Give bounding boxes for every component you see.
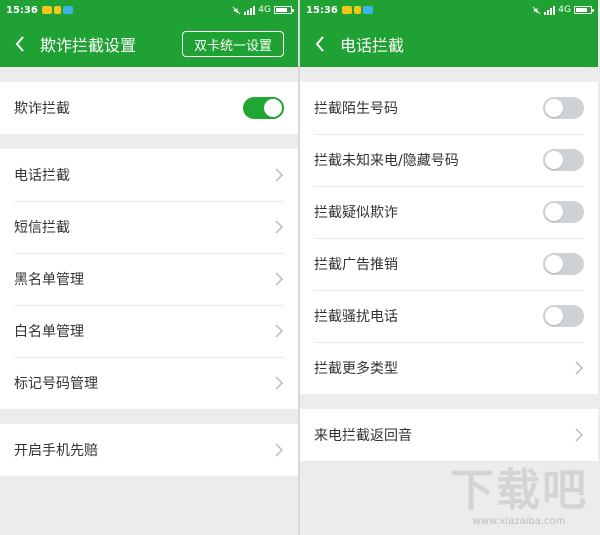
menu-item[interactable]: 黑名单管理: [0, 253, 298, 305]
watermark-text: 下载吧: [450, 465, 588, 516]
back-button[interactable]: [0, 20, 40, 67]
fraud-intercept-label: 欺诈拦截: [14, 101, 70, 117]
signal-icon: [544, 5, 556, 15]
status-bar: 15:36 4G: [300, 0, 598, 20]
mute-icon: [232, 6, 241, 14]
battery-icon: [574, 6, 594, 14]
page-title: 欺诈拦截设置: [40, 35, 137, 55]
app-bar: 欺诈拦截设置 双卡统一设置: [0, 20, 298, 67]
screen-fraud-settings: 15:36 4G 欺诈拦截设置 双卡统一设置 欺诈拦截 电话拦截短信拦截黑名单管…: [0, 0, 298, 535]
dual-sim-settings-button[interactable]: 双卡统一设置: [181, 31, 284, 57]
network-type: 4G: [258, 5, 271, 15]
chevron-left-icon: [315, 35, 324, 52]
menu-item[interactable]: 标记号码管理: [0, 357, 298, 409]
status-right: 4G: [532, 0, 594, 20]
more-types-label: 拦截更多类型: [314, 361, 398, 377]
intercept-option-label: 拦截广告推销: [314, 257, 398, 273]
return-tone-label: 来电拦截返回音: [314, 428, 412, 444]
intercept-option-row: 拦截疑似欺诈: [300, 186, 598, 238]
chevron-right-icon: [275, 376, 284, 390]
menu-group: 电话拦截短信拦截黑名单管理白名单管理标记号码管理: [0, 149, 298, 409]
phone-compensation-label: 开启手机先赔: [14, 443, 98, 459]
screen-call-intercept: 15:36 4G 电话拦截 拦截陌生号码拦截未知来电/隐藏号码 拦截疑似欺诈 拦截广…: [300, 0, 598, 535]
fraud-intercept-toggle[interactable]: [243, 97, 284, 119]
return-tone-row[interactable]: 来电拦截返回音: [300, 409, 598, 461]
chevron-right-icon: [575, 361, 584, 375]
notification-icon-3: [362, 6, 373, 14]
more-types-row[interactable]: 拦截更多类型: [300, 342, 598, 394]
intercept-options-group: 拦截陌生号码拦截未知来电/隐藏号码 拦截疑似欺诈 拦截广告推销 拦截骚扰电话 拦截更多类…: [300, 82, 598, 394]
intercept-option-toggle[interactable]: [543, 97, 584, 119]
watermark-logo: 下载吧 www.xiazaiba.com: [450, 465, 588, 528]
notification-icon-2: [353, 6, 361, 14]
back-button[interactable]: [300, 20, 340, 67]
chevron-right-icon: [275, 443, 284, 457]
intercept-option-toggle[interactable]: [543, 149, 584, 171]
chevron-right-icon: [275, 168, 284, 182]
intercept-option-row: 拦截骚扰电话: [300, 290, 598, 342]
signal-icon: [244, 5, 256, 15]
notification-icon-2: [53, 6, 61, 14]
status-bar: 15:36 4G: [0, 0, 298, 20]
menu-item[interactable]: 短信拦截: [0, 201, 298, 253]
status-time: 15:36: [6, 4, 38, 16]
return-tone-group: 来电拦截返回音: [300, 409, 598, 461]
menu-item-label: 黑名单管理: [14, 272, 84, 288]
chevron-right-icon: [275, 220, 284, 234]
chevron-left-icon: [15, 35, 24, 52]
menu-item-label: 电话拦截: [14, 168, 70, 184]
phone-compensation-row[interactable]: 开启手机先赔: [0, 424, 298, 476]
intercept-option-toggle[interactable]: [543, 305, 584, 327]
menu-item[interactable]: 白名单管理: [0, 305, 298, 357]
notification-icon-1: [41, 6, 52, 14]
intercept-option-row: 拦截陌生号码: [300, 82, 598, 134]
app-bar: 电话拦截: [300, 20, 598, 67]
intercept-option-toggle[interactable]: [543, 253, 584, 275]
chevron-right-icon: [275, 324, 284, 338]
extra-group: 开启手机先赔: [0, 424, 298, 476]
chevron-right-icon: [275, 272, 284, 286]
intercept-option-label: 拦截疑似欺诈: [314, 205, 398, 221]
intercept-option-toggle[interactable]: [543, 201, 584, 223]
intercept-option-row: 拦截未知来电/隐藏号码: [300, 134, 598, 186]
fraud-toggle-group: 欺诈拦截: [0, 82, 298, 134]
status-time: 15:36: [306, 4, 338, 16]
intercept-option-label: 拦截陌生号码: [314, 101, 398, 117]
battery-icon: [274, 6, 294, 14]
chevron-right-icon: [575, 428, 584, 442]
menu-item-label: 标记号码管理: [14, 376, 98, 392]
intercept-option-label: 拦截骚扰电话: [314, 309, 398, 325]
menu-item-label: 短信拦截: [14, 220, 70, 236]
intercept-option-row: 拦截广告推销: [300, 238, 598, 290]
page-title: 电话拦截: [340, 35, 405, 55]
mute-icon: [532, 6, 541, 14]
intercept-option-label: 拦截未知来电/隐藏号码: [314, 153, 459, 169]
watermark-url: www.xiazaiba.com: [472, 516, 566, 527]
notification-icon-3: [62, 6, 73, 14]
fraud-intercept-row: 欺诈拦截: [0, 82, 298, 134]
menu-item[interactable]: 电话拦截: [0, 149, 298, 201]
network-type: 4G: [558, 5, 571, 15]
menu-item-label: 白名单管理: [14, 324, 84, 340]
status-right: 4G: [232, 0, 294, 20]
notification-icon-1: [341, 6, 352, 14]
